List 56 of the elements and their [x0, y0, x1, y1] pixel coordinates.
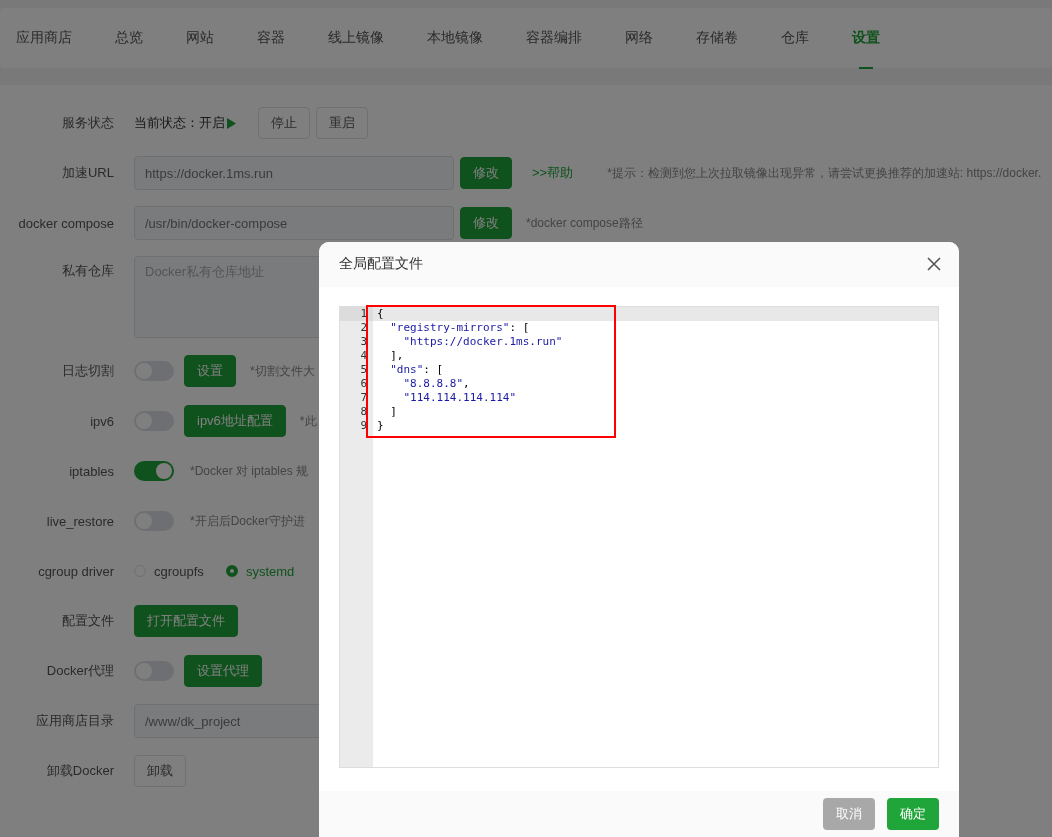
setting-label: ipv6 — [89, 413, 114, 429]
code-line: "dns": [ — [389, 362, 444, 377]
setting-label: docker compose — [17, 215, 114, 231]
help-link[interactable]: >>帮助 — [532, 164, 574, 182]
setting-label: 服务状态 — [61, 114, 114, 132]
code-line: } — [376, 418, 384, 433]
nav-tab[interactable]: 应用商店 — [16, 7, 72, 69]
nav-tab[interactable]: 网络 — [625, 7, 653, 69]
radio-option[interactable]: systemd — [225, 563, 295, 579]
setting-label: 配置文件 — [61, 612, 114, 630]
hint-text: *docker compose路径 — [526, 214, 643, 232]
primary-button[interactable]: 修改 — [460, 157, 512, 189]
service-status: 当前状态：开启 — [134, 114, 236, 132]
nav-tab[interactable]: 线上镜像 — [328, 7, 384, 69]
nav-tab[interactable]: 仓库 — [781, 7, 809, 69]
secondary-button[interactable]: 重启 — [316, 107, 368, 139]
primary-button[interactable]: ipv6地址配置 — [184, 405, 286, 437]
input-field[interactable]: https://docker.1ms.run — [134, 156, 454, 190]
code-line: "8.8.8.8", — [402, 376, 470, 391]
setting-label: 加速URL — [61, 164, 114, 182]
primary-button[interactable]: 修改 — [460, 207, 512, 239]
close-icon — [927, 257, 941, 272]
setting-label: 私有仓库 — [61, 262, 114, 280]
cancel-button[interactable]: 取消 — [823, 797, 875, 830]
secondary-button[interactable]: 卸载 — [134, 755, 186, 787]
setting-label: 应用商店目录 — [35, 712, 114, 730]
nav-tab[interactable]: 容器编排 — [526, 7, 582, 69]
nav-tab[interactable]: 总览 — [115, 7, 143, 69]
primary-button[interactable]: 设置代理 — [184, 655, 262, 687]
secondary-button[interactable]: 停止 — [258, 107, 310, 139]
setting-label: live_restore — [45, 513, 114, 529]
nav-tab[interactable]: 存储卷 — [696, 7, 738, 69]
primary-button[interactable]: 设置 — [184, 355, 236, 387]
input-field[interactable]: /usr/bin/docker-compose — [134, 206, 454, 240]
code-line: { — [376, 306, 384, 321]
setting-label: 日志切割 — [61, 362, 114, 380]
nav-tab[interactable]: 本地镜像 — [427, 7, 483, 69]
code-line: "114.114.114.114" — [402, 390, 517, 405]
dialog-title: 全局配置文件 — [339, 255, 423, 274]
hint-text: *此 — [299, 412, 317, 430]
primary-button[interactable]: 打开配置文件 — [134, 605, 238, 637]
nav-tab[interactable]: 网站 — [186, 7, 214, 69]
setting-label: Docker代理 — [45, 662, 114, 680]
radio-option[interactable]: cgroupfs — [134, 563, 204, 579]
confirm-button[interactable]: 确定 — [887, 797, 939, 830]
code-line: ], — [389, 348, 404, 363]
nav-tab[interactable]: 容器 — [257, 7, 285, 69]
nav-tab[interactable]: 设置 — [852, 7, 880, 69]
play-icon — [227, 117, 236, 129]
code-editor[interactable]: 1 { 2 "registry-mirrors": [ 3 "https://docker.1ms.run" 4 ], 5 "dns": [ 6 "8.8.8.8", 7 "114.114.114.114" 8 ] 9 } — [339, 305, 939, 768]
setting-label: 卸载Docker — [45, 762, 114, 780]
line-number: 1 — [340, 306, 373, 321]
setting-label: iptables — [68, 463, 114, 479]
setting-label: cgroup driver — [37, 563, 114, 579]
toggle-switch[interactable] — [134, 461, 174, 481]
code-line: ] — [389, 404, 397, 419]
